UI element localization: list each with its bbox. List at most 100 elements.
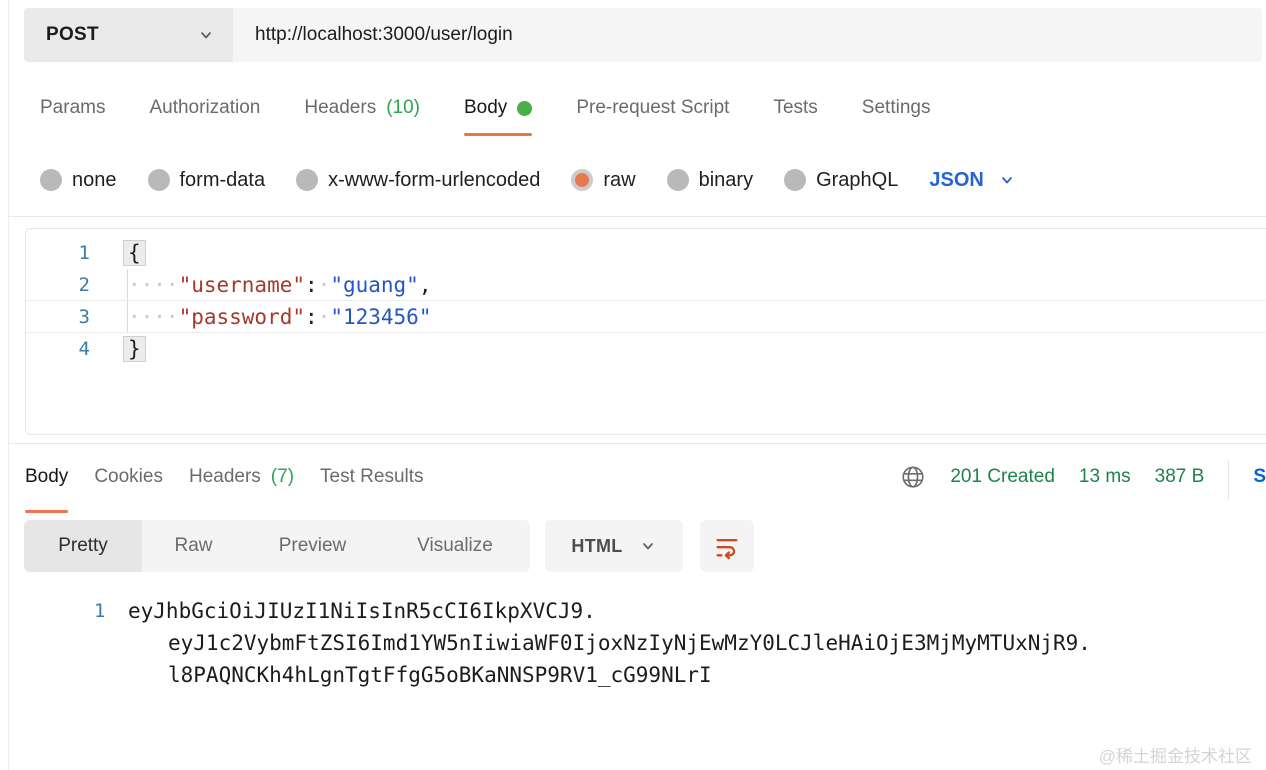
response-size[interactable]: 387 B	[1155, 466, 1205, 488]
radio-icon	[784, 169, 806, 191]
token-ws: ····	[128, 273, 179, 297]
token-brace: {	[123, 240, 146, 266]
response-line-number: 1	[94, 595, 105, 627]
tab-body[interactable]: Body	[464, 96, 532, 134]
code-line[interactable]: 4}	[26, 333, 1266, 365]
format-label: HTML	[571, 536, 622, 557]
response-tab-headers[interactable]: Headers(7)	[189, 455, 294, 499]
request-tabs: Params Authorization Headers (10) Body Pre-re…	[40, 96, 930, 134]
radio-icon	[571, 169, 593, 191]
response-view-tabs: PrettyRawPreviewVisualize	[24, 520, 530, 572]
token-brace: }	[123, 336, 146, 362]
line-number: 1	[26, 242, 90, 264]
panel-left-border	[8, 0, 9, 770]
language-select[interactable]: JSON	[929, 169, 1015, 192]
response-body-line: l8PAQNCKh4hLgnTgtFfgG5oBKaNNSP9RV1_cG99N…	[168, 659, 1266, 691]
response-view-row: PrettyRawPreviewVisualize HTML	[24, 520, 754, 572]
code-text: ····"password":·"123456"	[128, 305, 431, 329]
tab-label: Tests	[773, 97, 817, 119]
response-tab-cookies[interactable]: Cookies	[94, 455, 163, 499]
body-type-graphql[interactable]: GraphQL	[784, 169, 898, 192]
chevron-down-icon	[998, 171, 1016, 189]
wrap-text-button[interactable]	[700, 520, 754, 572]
response-body-line: eyJ1c2VybmFtZSI6Imd1YW5nIiwiaWF0IjoxNzIy…	[168, 627, 1266, 659]
tab-label: Authorization	[149, 97, 260, 119]
tab-label: Body	[25, 466, 68, 488]
response-tab-body[interactable]: Body	[25, 455, 68, 499]
tab-headers[interactable]: Headers (10)	[304, 96, 420, 134]
token-key: "password"	[179, 305, 305, 329]
tab-settings[interactable]: Settings	[862, 96, 931, 134]
radio-icon	[40, 169, 62, 191]
response-body[interactable]: 1 eyJhbGciOiJIUzI1NiIsInR5cCI6IkpXVCJ9.e…	[25, 595, 1266, 691]
line-number: 2	[26, 274, 90, 296]
body-type-label: raw	[603, 169, 635, 192]
body-set-dot-icon	[517, 101, 532, 116]
watermark-text: @稀土掘金技术社区	[1099, 742, 1252, 767]
tab-label: Settings	[862, 97, 931, 119]
token-plain: :	[305, 305, 318, 329]
body-type-label: binary	[699, 169, 753, 192]
tab-params[interactable]: Params	[40, 96, 105, 134]
radio-icon	[667, 169, 689, 191]
token-ws: ·	[318, 305, 331, 329]
tab-pre-request-script[interactable]: Pre-request Script	[576, 96, 729, 134]
body-type-raw[interactable]: raw	[571, 169, 635, 192]
line-number: 3	[26, 306, 90, 328]
token-value: "guang"	[330, 273, 419, 297]
method-label: POST	[46, 24, 99, 46]
body-type-form-data[interactable]: form-data	[148, 169, 266, 192]
chevron-down-icon	[639, 537, 657, 555]
body-type-label: form-data	[180, 169, 266, 192]
tab-label: Body	[464, 97, 507, 119]
tab-label: Test Results	[320, 466, 423, 488]
tab-authorization[interactable]: Authorization	[149, 96, 260, 134]
status-badge[interactable]: 201 Created	[950, 466, 1055, 488]
token-value: "123456"	[330, 305, 431, 329]
code-text: {	[128, 241, 146, 265]
response-header: Body Cookies Headers(7) Test Results 201 Cr…	[25, 455, 1266, 499]
save-response-button[interactable]: S	[1253, 466, 1266, 488]
line-number: 4	[26, 338, 90, 360]
request-body-editor[interactable]: 1{2····"username":·"guang",3····"passwor…	[25, 228, 1266, 435]
body-type-binary[interactable]: binary	[667, 169, 753, 192]
method-select[interactable]: POST	[24, 8, 233, 62]
code-line[interactable]: 3 ····"password":·"123456"	[26, 301, 1266, 333]
body-type-selector: none form-data x-www-form-urlencoded raw bin…	[40, 160, 1016, 200]
tab-label: Params	[40, 97, 105, 119]
body-type-label: GraphQL	[816, 169, 898, 192]
body-type-none[interactable]: none	[40, 169, 117, 192]
response-format-select[interactable]: HTML	[545, 520, 683, 572]
body-type-label: x-www-form-urlencoded	[328, 169, 540, 192]
tab-label: Headers	[304, 97, 376, 119]
view-tab-raw[interactable]: Raw	[142, 520, 245, 572]
tab-label: Pre-request Script	[576, 97, 729, 119]
tab-label: Cookies	[94, 466, 163, 488]
token-ws: ····	[128, 305, 179, 329]
tab-count-badge: (10)	[386, 97, 420, 119]
chevron-down-icon	[197, 26, 215, 44]
response-time[interactable]: 13 ms	[1079, 466, 1131, 488]
view-tab-visualize[interactable]: Visualize	[380, 520, 530, 572]
tab-tests[interactable]: Tests	[773, 96, 817, 134]
body-type-x-www-form-urlencoded[interactable]: x-www-form-urlencoded	[296, 169, 540, 192]
network-globe-icon	[900, 464, 926, 490]
divider	[1228, 460, 1229, 500]
token-plain: :	[305, 273, 318, 297]
response-tab-test-results[interactable]: Test Results	[320, 455, 423, 499]
url-input[interactable]: http://localhost:3000/user/login	[233, 8, 1262, 62]
request-url-bar: POST http://localhost:3000/user/login	[24, 8, 1262, 62]
wrap-text-icon	[713, 532, 741, 560]
radio-icon	[148, 169, 170, 191]
postman-window: POST http://localhost:3000/user/login Pa…	[0, 0, 1266, 770]
token-key: "username"	[179, 273, 305, 297]
view-tab-pretty[interactable]: Pretty	[24, 520, 142, 572]
code-line[interactable]: 2····"username":·"guang",	[26, 269, 1266, 301]
code-text: ····"username":·"guang",	[128, 273, 432, 297]
url-text: http://localhost:3000/user/login	[255, 24, 513, 46]
response-meta: 201 Created 13 ms 387 B S	[900, 455, 1266, 499]
code-line[interactable]: 1{	[26, 237, 1266, 269]
view-tab-preview[interactable]: Preview	[245, 520, 380, 572]
code-text: }	[128, 337, 146, 361]
token-ws: ·	[318, 273, 331, 297]
